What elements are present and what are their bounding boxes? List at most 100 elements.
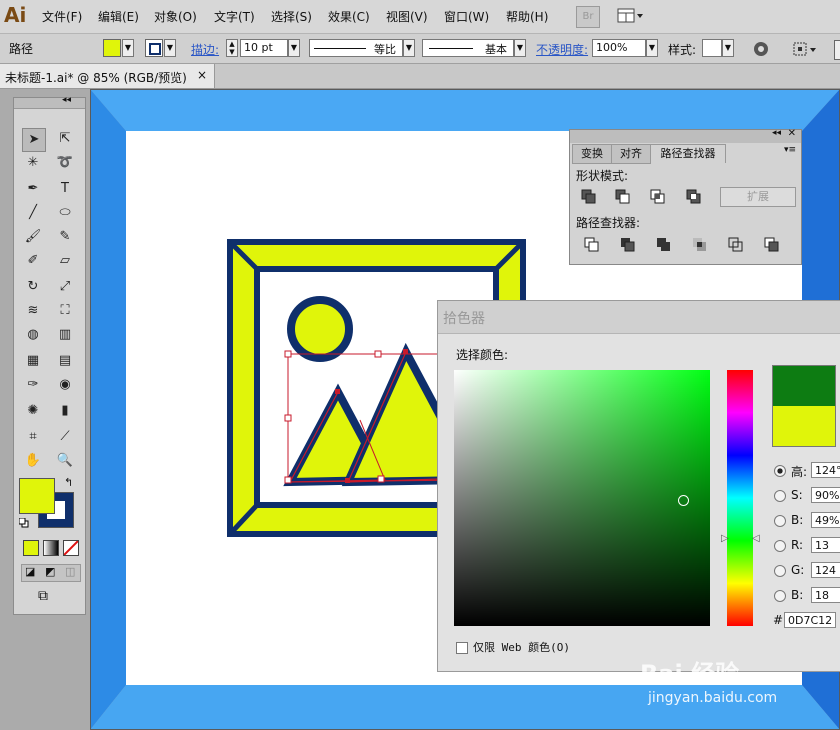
brightness-radio[interactable] bbox=[774, 515, 786, 527]
hue-slider-right-handle[interactable]: ◁ bbox=[752, 533, 760, 544]
paintbrush-tool-icon[interactable]: 🖌 bbox=[22, 226, 44, 248]
opacity-panel-link[interactable]: 不透明度: bbox=[536, 41, 588, 58]
hue-input[interactable]: 124° bbox=[811, 462, 840, 478]
none-mode-icon[interactable] bbox=[63, 540, 79, 556]
more-options-icon[interactable] bbox=[834, 40, 840, 60]
selection-tool-icon[interactable]: ➤ bbox=[22, 128, 46, 152]
rotate-tool-icon[interactable]: ↻ bbox=[22, 276, 44, 298]
menu-select[interactable]: 选择(S) bbox=[271, 8, 312, 25]
crop-icon[interactable] bbox=[691, 236, 709, 254]
collapse-panel-icon[interactable]: ◂◂ bbox=[772, 128, 781, 138]
saturation-brightness-field[interactable] bbox=[454, 370, 710, 626]
intersect-icon[interactable] bbox=[649, 188, 667, 206]
web-colors-only-checkbox[interactable] bbox=[456, 642, 468, 654]
close-panel-icon[interactable]: ✕ bbox=[788, 128, 796, 139]
swap-fill-stroke-icon[interactable]: ↰ bbox=[64, 476, 73, 489]
brush-definition[interactable]: 基本 bbox=[422, 39, 514, 57]
stroke-panel-link[interactable]: 描边: bbox=[191, 41, 219, 58]
mesh-tool-icon[interactable]: ▦ bbox=[22, 350, 44, 372]
draw-normal-icon[interactable]: ◪ bbox=[25, 565, 35, 578]
menu-help[interactable]: 帮助(H) bbox=[506, 8, 548, 25]
exclude-icon[interactable] bbox=[685, 188, 703, 206]
type-tool-icon[interactable]: T bbox=[54, 178, 76, 200]
stroke-weight-dropdown-icon[interactable]: ▼ bbox=[288, 39, 300, 57]
minus-back-icon[interactable] bbox=[763, 236, 781, 254]
menu-view[interactable]: 视图(V) bbox=[386, 8, 428, 25]
stroke-weight-input[interactable]: 10 pt bbox=[240, 39, 288, 57]
width-tool-icon[interactable]: ≋ bbox=[22, 300, 44, 322]
recolor-artwork-icon[interactable] bbox=[752, 40, 770, 58]
green-radio[interactable] bbox=[774, 565, 786, 577]
tab-align[interactable]: 对齐 bbox=[611, 144, 651, 164]
original-color-swatch[interactable] bbox=[773, 406, 835, 446]
blob-brush-tool-icon[interactable]: ✐ bbox=[22, 250, 44, 272]
pencil-tool-icon[interactable]: ✎ bbox=[54, 226, 76, 248]
draw-behind-icon[interactable]: ◩ bbox=[45, 565, 55, 578]
menu-effect[interactable]: 效果(C) bbox=[328, 8, 370, 25]
change-screen-mode-icon[interactable]: ⧉ bbox=[38, 588, 48, 604]
red-radio[interactable] bbox=[774, 540, 786, 552]
menu-object[interactable]: 对象(O) bbox=[154, 8, 197, 25]
trim-icon[interactable] bbox=[619, 236, 637, 254]
document-tab[interactable]: 未标题-1.ai* @ 85% (RGB/预览) × bbox=[0, 64, 215, 88]
align-options-icon[interactable] bbox=[792, 40, 822, 58]
close-tab-icon[interactable]: × bbox=[197, 68, 207, 82]
arrange-documents-icon[interactable] bbox=[616, 7, 646, 25]
menu-type[interactable]: 文字(T) bbox=[214, 8, 255, 25]
gradient-mode-icon[interactable] bbox=[43, 540, 59, 556]
red-input[interactable]: 13 bbox=[811, 537, 840, 553]
pen-tool-icon[interactable]: ✒ bbox=[22, 178, 44, 200]
blue-radio[interactable] bbox=[774, 590, 786, 602]
slice-tool-icon[interactable]: ⟋ bbox=[54, 426, 76, 448]
free-transform-tool-icon[interactable]: ⛶ bbox=[54, 300, 76, 322]
column-graph-tool-icon[interactable]: ▮ bbox=[54, 400, 76, 422]
hex-input[interactable]: 0D7C12 bbox=[784, 612, 836, 628]
merge-icon[interactable] bbox=[655, 236, 673, 254]
saturation-radio[interactable] bbox=[774, 490, 786, 502]
fill-color-box[interactable] bbox=[19, 478, 55, 514]
tab-pathfinder[interactable]: 路径查找器 bbox=[650, 144, 726, 163]
symbol-sprayer-tool-icon[interactable]: ✺ bbox=[22, 400, 44, 422]
tools-panel-header[interactable]: ◂◂ bbox=[14, 95, 85, 109]
brightness-input[interactable]: 49% bbox=[811, 512, 840, 528]
color-mode-icon[interactable] bbox=[23, 540, 39, 556]
default-colors-icon[interactable] bbox=[18, 517, 29, 528]
stroke-swatch[interactable] bbox=[145, 39, 163, 57]
artboard-tool-icon[interactable]: ⌗ bbox=[22, 426, 44, 448]
scale-tool-icon[interactable]: ⤢ bbox=[54, 276, 76, 298]
graphic-style-dropdown-icon[interactable]: ▼ bbox=[722, 39, 734, 57]
fill-dropdown-icon[interactable]: ▼ bbox=[122, 39, 134, 57]
hue-slider[interactable] bbox=[727, 370, 753, 626]
line-tool-icon[interactable]: ╱ bbox=[22, 202, 44, 224]
ellipse-tool-icon[interactable]: ⬭ bbox=[54, 202, 76, 224]
divide-icon[interactable] bbox=[583, 236, 601, 254]
fill-swatch[interactable] bbox=[103, 39, 121, 57]
saturation-input[interactable]: 90% bbox=[811, 487, 840, 503]
eyedropper-tool-icon[interactable]: ✑ bbox=[22, 374, 44, 396]
panel-menu-icon[interactable]: ▾≡ bbox=[784, 145, 796, 155]
minus-front-icon[interactable] bbox=[614, 188, 632, 206]
stroke-weight-stepper[interactable]: ▲ ▼ bbox=[226, 39, 238, 57]
blue-input[interactable]: 18 bbox=[811, 587, 840, 603]
hand-tool-icon[interactable]: ✋ bbox=[22, 450, 44, 472]
gradient-tool-icon[interactable]: ▤ bbox=[54, 350, 76, 372]
shape-builder-tool-icon[interactable]: ◍ bbox=[22, 324, 44, 346]
blend-tool-icon[interactable]: ◉ bbox=[54, 374, 76, 396]
menu-window[interactable]: 窗口(W) bbox=[444, 8, 489, 25]
hue-radio[interactable] bbox=[774, 465, 786, 477]
hue-slider-left-handle[interactable]: ▷ bbox=[721, 533, 729, 544]
profile-dropdown-icon[interactable]: ▼ bbox=[403, 39, 415, 57]
variable-width-profile[interactable]: 等比 bbox=[309, 39, 403, 57]
magic-wand-tool-icon[interactable]: ✳ bbox=[22, 152, 44, 174]
perspective-grid-tool-icon[interactable]: ▥ bbox=[54, 324, 76, 346]
lasso-tool-icon[interactable]: ➰ bbox=[54, 152, 76, 174]
outline-icon[interactable] bbox=[727, 236, 745, 254]
brush-dropdown-icon[interactable]: ▼ bbox=[514, 39, 526, 57]
direct-selection-tool-icon[interactable]: ⇱ bbox=[54, 128, 76, 150]
menu-edit[interactable]: 编辑(E) bbox=[98, 8, 139, 25]
opacity-input[interactable]: 100% bbox=[592, 39, 646, 57]
opacity-dropdown-icon[interactable]: ▼ bbox=[646, 39, 658, 57]
eraser-tool-icon[interactable]: ▱ bbox=[54, 250, 76, 272]
zoom-tool-icon[interactable]: 🔍 bbox=[54, 450, 76, 472]
green-input[interactable]: 124 bbox=[811, 562, 840, 578]
